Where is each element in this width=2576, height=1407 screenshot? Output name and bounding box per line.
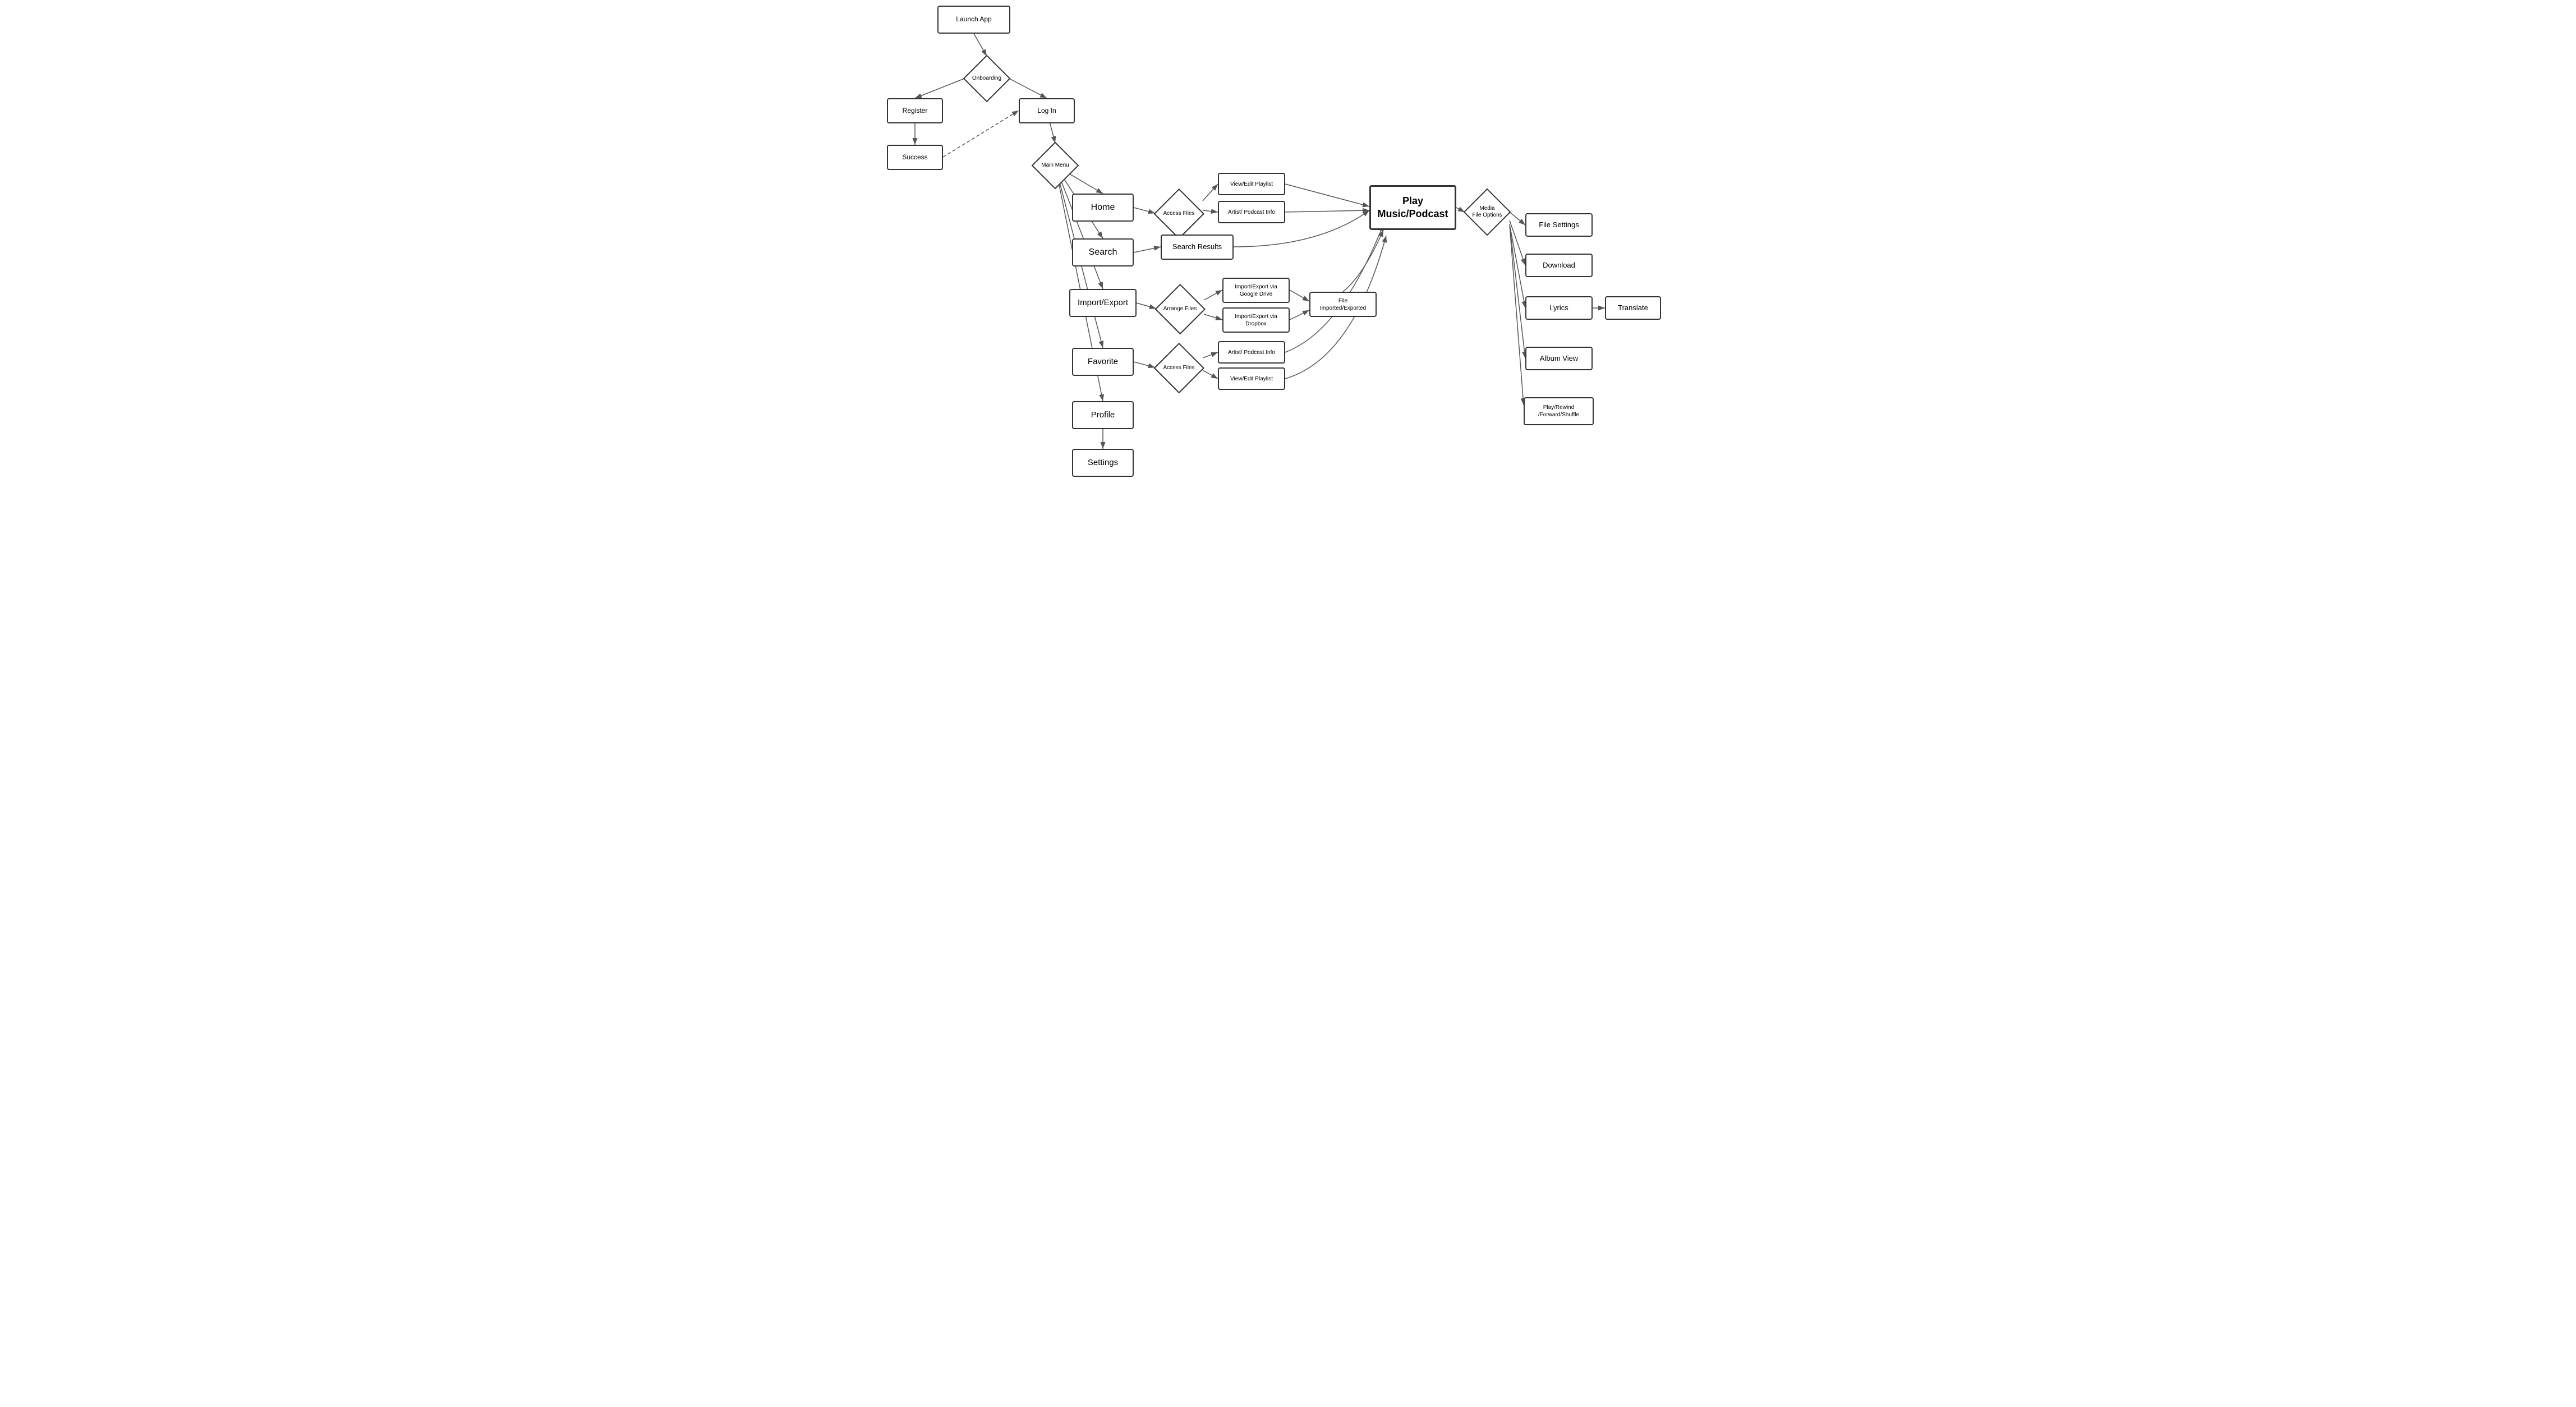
log-in-node: Log In [1019, 98, 1075, 123]
album-view-node: Album View [1525, 347, 1593, 370]
file-settings-node: File Settings [1525, 213, 1593, 237]
favorite-node: Favorite [1072, 348, 1134, 376]
download-node: Download [1525, 254, 1593, 277]
access-files-home-node: Access Files [1155, 190, 1203, 237]
profile-node: Profile [1072, 401, 1134, 429]
view-edit-playlist-home-node: View/Edit Playlist [1218, 173, 1285, 195]
play-music-node: Play Music/Podcast [1369, 185, 1456, 230]
view-edit-playlist-fav-node: View/Edit Playlist [1218, 367, 1285, 390]
arrange-files-node: Arrange Files [1156, 285, 1204, 333]
access-files-fav-node: Access Files [1155, 344, 1203, 392]
artist-podcast-info-home-node: Artist/ Podcast Info [1218, 201, 1285, 223]
import-export-node: Import/Export [1069, 289, 1137, 317]
play-rewind-node: Play/Rewind /Forward/Shuffle [1524, 397, 1594, 425]
onboarding-node: Onboarding [964, 56, 1009, 101]
import-google-node: Import/Export via Google Drive [1222, 278, 1290, 303]
lyrics-node: Lyrics [1525, 296, 1593, 320]
search-results-node: Search Results [1161, 234, 1234, 260]
import-dropbox-node: Import/Export via Dropbox [1222, 307, 1290, 333]
artist-podcast-fav-node: Artist/ Podcast Info [1218, 341, 1285, 364]
translate-node: Translate [1605, 296, 1661, 320]
register-node: Register [887, 98, 943, 123]
main-menu-node: Main Menu [1033, 143, 1078, 188]
media-file-options-node: Media File Options [1465, 190, 1510, 234]
settings-node: Settings [1072, 449, 1134, 477]
success-node: Success [887, 145, 943, 170]
launch-app-node: Launch App [937, 6, 1010, 34]
file-imported-node: File Imported/Exported [1309, 292, 1377, 317]
search-node: Search [1072, 238, 1134, 266]
home-node: Home [1072, 194, 1134, 222]
flowchart-diagram: Launch App Onboarding Register Log In Su… [881, 0, 1695, 516]
